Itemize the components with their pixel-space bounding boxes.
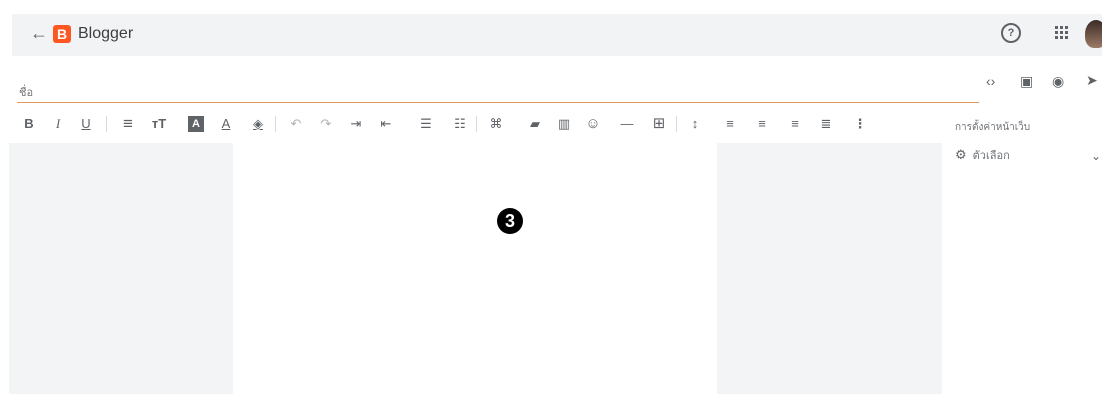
html-view-icon[interactable]: ‹› (986, 73, 995, 89)
paragraph-format-icon[interactable]: ≡ (118, 112, 138, 136)
gear-icon: ⚙ (955, 148, 967, 163)
jump-break-icon[interactable]: — (617, 112, 637, 136)
highlight-icon[interactable]: ◈ (248, 112, 268, 136)
app-title: Blogger (78, 25, 134, 42)
save-icon[interactable]: ▣ (1020, 73, 1033, 90)
image-icon[interactable]: ▰ (525, 112, 545, 136)
options-label: ตัวเลือก (972, 149, 1010, 162)
preview-icon[interactable]: ◉ (1052, 73, 1064, 90)
underline-icon[interactable]: U (76, 112, 96, 136)
video-icon[interactable]: ▥ (554, 112, 574, 136)
title-field-wrapper (17, 74, 983, 103)
align-center-icon[interactable]: ≡ (752, 112, 772, 136)
text-background-icon[interactable]: A (188, 116, 204, 132)
font-size-icon[interactable]: тT (149, 112, 169, 136)
editor-margin-right (717, 143, 942, 394)
italic-icon[interactable]: I (48, 112, 68, 136)
bulleted-list-icon[interactable]: ☰ (416, 112, 436, 136)
undo-icon[interactable]: ↶ (286, 112, 306, 136)
indent-icon[interactable]: ⇥ (346, 112, 366, 136)
post-settings-title: การตั้งค่าหน้าเว็บ (955, 122, 1031, 133)
editor-margin-left (9, 143, 233, 394)
align-right-icon[interactable]: ≡ (785, 112, 805, 136)
apps-grid-icon[interactable] (1055, 26, 1069, 40)
avatar[interactable] (1085, 20, 1102, 48)
line-spacing-icon[interactable]: ↕ (685, 112, 705, 136)
options-section[interactable]: ⚙ ตัวเลือก (955, 146, 1010, 164)
align-left-icon[interactable]: ≡ (720, 112, 740, 136)
help-icon[interactable]: ? (1001, 23, 1021, 43)
editor-actions: ‹› ▣ ◉ ➤ (986, 72, 1102, 94)
publish-icon[interactable]: ➤ (1086, 72, 1098, 89)
app-header: ← B Blogger ? (12, 14, 1102, 56)
outdent-icon[interactable]: ⇤ (376, 112, 396, 136)
formatting-toolbar: B I U ≡ тT A A ◈ ↶ ↷ ⇥ ⇤ ☰ ☷ ⌘ ▰ ▥ ☺ — ⊞… (12, 112, 932, 136)
text-color-icon[interactable]: A (216, 112, 236, 136)
chevron-down-icon[interactable]: ⌄ (1091, 149, 1101, 163)
post-title-input[interactable] (17, 74, 983, 100)
bold-icon[interactable]: B (19, 112, 39, 136)
editor-content-area[interactable] (233, 143, 717, 394)
step-marker-badge: 3 (497, 208, 523, 234)
link-icon[interactable]: ⌘ (486, 112, 506, 136)
table-icon[interactable]: ⊞ (649, 112, 669, 136)
redo-icon[interactable]: ↷ (316, 112, 336, 136)
emoji-icon[interactable]: ☺ (583, 112, 603, 136)
more-options-icon[interactable]: ⋮ (850, 112, 870, 136)
blogger-logo-icon: B (53, 25, 71, 43)
numbered-list-icon[interactable]: ☷ (450, 112, 470, 136)
justify-icon[interactable]: ≣ (816, 112, 836, 136)
back-arrow-icon[interactable]: ← (30, 23, 48, 44)
